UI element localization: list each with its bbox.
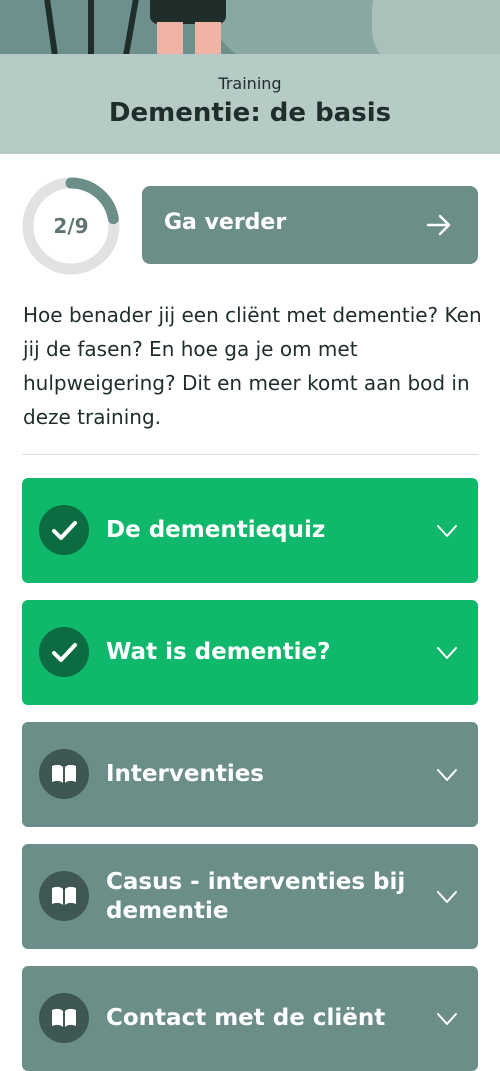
module-item[interactable]: Interventies — [22, 722, 478, 827]
module-item[interactable]: Casus - interventies bij dementie — [22, 844, 478, 949]
module-label: De dementiequiz — [106, 517, 326, 543]
check-icon — [39, 505, 89, 555]
chevron-down-icon[interactable] — [436, 886, 458, 908]
chevron-down-icon[interactable] — [436, 1008, 458, 1030]
book-icon — [39, 749, 89, 799]
module-label: Casus - interventies bij dementie — [106, 868, 406, 924]
illustration-leg — [195, 22, 221, 54]
chevron-down-icon[interactable] — [436, 642, 458, 664]
illustration-pole — [44, 0, 58, 54]
illustration-leg — [157, 22, 183, 54]
page-title: Dementie: de basis — [108, 98, 392, 128]
continue-button[interactable]: Ga verder — [142, 186, 478, 264]
progress-label: 2/9 — [53, 214, 89, 238]
divider — [22, 454, 478, 455]
illustration-shape — [372, 0, 500, 54]
illustration-pole — [123, 0, 139, 54]
check-icon — [39, 627, 89, 677]
title-bar: Training Dementie: de basis — [0, 54, 500, 154]
arrow-right-icon — [426, 214, 451, 236]
continue-button-label: Ga verder — [164, 210, 287, 235]
module-label: Wat is dementie? — [106, 639, 331, 665]
book-icon — [39, 993, 89, 1043]
module-item[interactable]: Contact met de cliënt — [22, 966, 478, 1071]
chevron-down-icon[interactable] — [436, 520, 458, 542]
module-item[interactable]: Wat is dementie? — [22, 600, 478, 705]
page-subtitle: Training — [218, 74, 282, 93]
chevron-down-icon[interactable] — [436, 764, 458, 786]
module-label: Contact met de cliënt — [106, 1005, 386, 1031]
module-item[interactable]: De dementiequiz — [22, 478, 478, 583]
training-description: Hoe benader jij een cliënt met dementie?… — [23, 303, 482, 429]
illustration-person — [150, 0, 226, 24]
header-illustration — [0, 0, 500, 54]
book-icon — [39, 871, 89, 921]
illustration-pole — [88, 0, 94, 54]
module-label: Interventies — [106, 761, 265, 787]
